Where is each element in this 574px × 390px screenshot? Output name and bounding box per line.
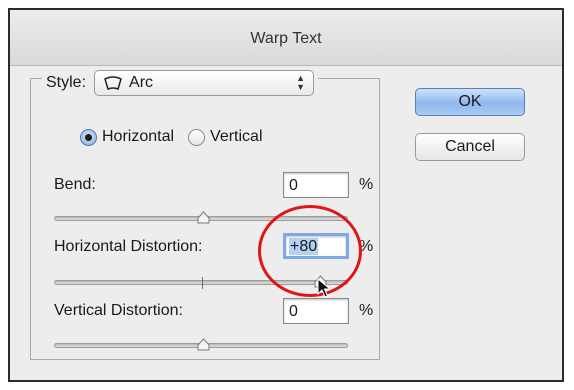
vertical-distortion-input[interactable]: 0	[283, 298, 349, 324]
vertical-radio[interactable]	[188, 128, 206, 146]
dialog-title: Warp Text	[250, 30, 322, 47]
horizontal-distortion-label: Horizontal Distortion:	[54, 238, 203, 255]
title-bar[interactable]: Warp Text	[10, 10, 562, 66]
style-row: Style: Arc ▲ ▼	[42, 68, 319, 98]
highlight-circle	[258, 205, 362, 297]
vertical-distortion-value: 0	[289, 303, 298, 320]
orientation-radio-group: Horizontal Vertical	[80, 128, 277, 146]
style-select[interactable]: Arc ▲ ▼	[94, 70, 315, 96]
vertical-distortion-slider[interactable]	[54, 338, 348, 351]
select-stepper-icon: ▲ ▼	[296, 73, 306, 92]
bend-unit: %	[359, 176, 374, 193]
cancel-button[interactable]: Cancel	[415, 133, 525, 161]
radio-selected-dot-icon	[85, 133, 92, 141]
mouse-pointer-icon	[317, 278, 331, 298]
vertical-distortion-unit: %	[359, 302, 374, 319]
bend-label: Bend:	[54, 176, 96, 193]
slider-center-tick	[202, 277, 203, 289]
horizontal-radio-label[interactable]: Horizontal	[102, 128, 174, 146]
vertical-distortion-label: Vertical Distortion:	[54, 302, 183, 319]
bend-input[interactable]: 0	[283, 172, 349, 198]
horizontal-radio[interactable]	[80, 128, 97, 146]
vertical-distortion-slider-thumb[interactable]	[197, 338, 210, 351]
bend-slider-thumb[interactable]	[197, 211, 210, 224]
bend-value: 0	[289, 177, 298, 194]
style-value: Arc	[129, 74, 154, 91]
style-label: Style:	[46, 74, 87, 91]
arc-warp-icon	[104, 76, 122, 91]
vertical-radio-label[interactable]: Vertical	[210, 128, 262, 146]
ok-button[interactable]: OK	[415, 88, 525, 116]
